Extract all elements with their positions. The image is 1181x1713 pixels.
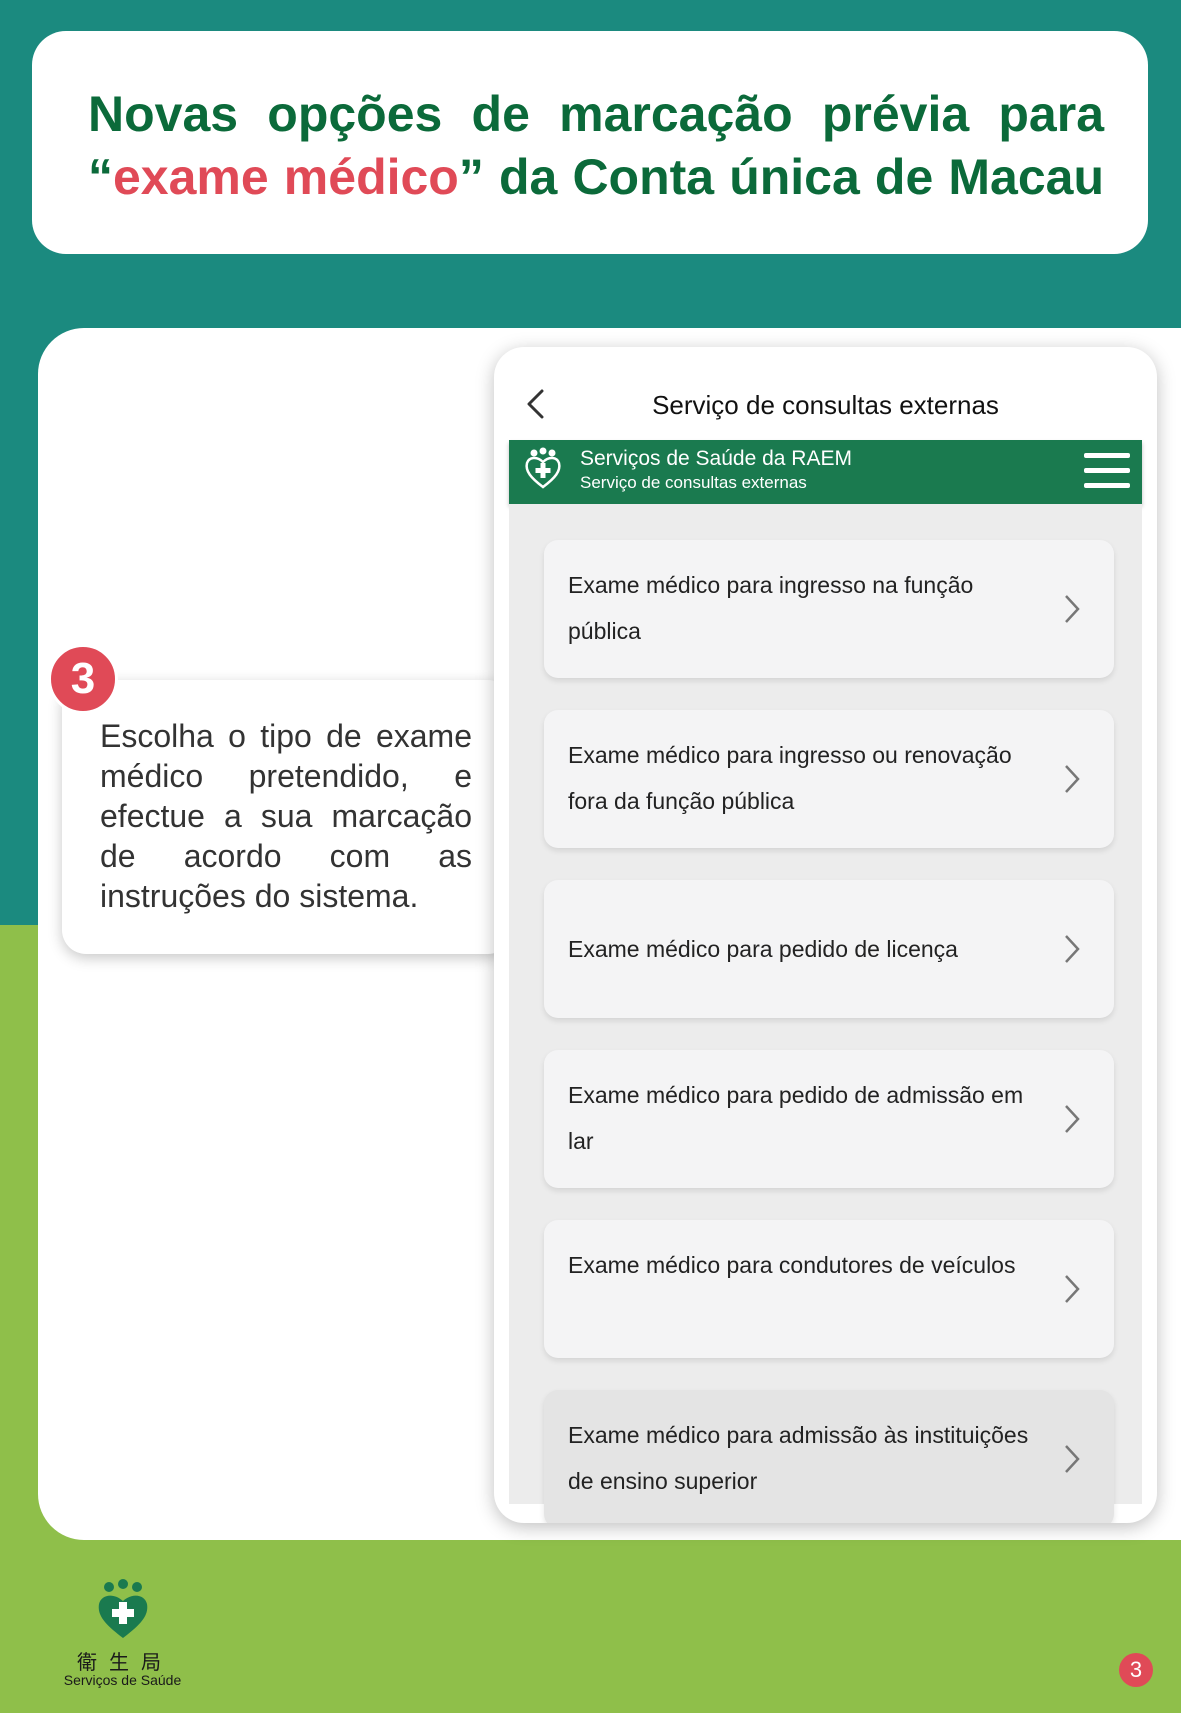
phone-page-title: Serviço de consultas externas <box>652 390 999 420</box>
footer-org-name: Serviços de Saúde <box>63 1672 182 1688</box>
exam-option-label: Exame médico para pedido de admissão em … <box>568 1082 1024 1154</box>
title-card: Novas opções de marcação prévia para “ex… <box>32 31 1148 254</box>
exam-option-admissao-lar[interactable]: Exame médico para pedido de admissão em … <box>544 1050 1114 1188</box>
exam-options-list: Exame médico para ingresso na função púb… <box>509 504 1142 1523</box>
exam-option-label: Exame médico para ingresso ou renovação … <box>568 742 1012 814</box>
chevron-right-icon <box>1065 765 1080 793</box>
exam-option-licenca[interactable]: Exame médico para pedido de licença <box>544 880 1114 1018</box>
exam-option-label: Exame médico para pedido de licença <box>568 936 958 962</box>
page-title: Novas opções de marcação prévia para “ex… <box>88 83 1104 209</box>
exam-option-ensino-superior[interactable]: Exame médico para admissão às instituiçõ… <box>544 1390 1114 1523</box>
hamburger-menu-icon[interactable] <box>1084 453 1130 491</box>
footer-org-chinese: 衛生局 <box>77 1650 173 1674</box>
exam-option-funcao-publica[interactable]: Exame médico para ingresso na função púb… <box>544 540 1114 678</box>
page-number-badge: 3 <box>1119 1653 1153 1687</box>
chevron-right-icon <box>1065 1275 1080 1303</box>
app-bar: Serviços de Saúde da RAEM Serviço de con… <box>509 440 1142 504</box>
step-instruction-card: Escolha o tipo de exame médico pretendid… <box>62 680 512 954</box>
exam-option-label: Exame médico para condutores de veículos <box>568 1252 1016 1278</box>
step-instruction-text: Escolha o tipo de exame médico pretendid… <box>100 718 472 914</box>
back-chevron-icon[interactable] <box>524 389 548 419</box>
step-number-badge: 3 <box>48 644 118 714</box>
title-text-end: ” da Conta única de Macau <box>458 149 1104 205</box>
phone-screenshot: Serviço de consultas externas Serviços d… <box>494 347 1157 1523</box>
health-services-logo-icon <box>525 447 561 489</box>
exam-option-label: Exame médico para admissão às instituiçõ… <box>568 1422 1029 1494</box>
chevron-right-icon <box>1065 935 1080 963</box>
chevron-right-icon <box>1065 1445 1080 1473</box>
health-bureau-logo-icon <box>98 1579 148 1638</box>
chevron-right-icon <box>1065 1105 1080 1133</box>
exam-option-condutores[interactable]: Exame médico para condutores de veículos <box>544 1220 1114 1358</box>
exam-option-label: Exame médico para ingresso na função púb… <box>568 572 974 644</box>
exam-option-fora-funcao-publica[interactable]: Exame médico para ingresso ou renovação … <box>544 710 1114 848</box>
chevron-right-icon <box>1065 595 1080 623</box>
app-bar-title: Serviços de Saúde da RAEM <box>580 447 852 470</box>
phone-nav-header: Serviço de consultas externas <box>494 347 1157 439</box>
title-highlight: exame médico <box>113 149 459 205</box>
app-bar-subtitle: Serviço de consultas externas <box>580 473 807 492</box>
